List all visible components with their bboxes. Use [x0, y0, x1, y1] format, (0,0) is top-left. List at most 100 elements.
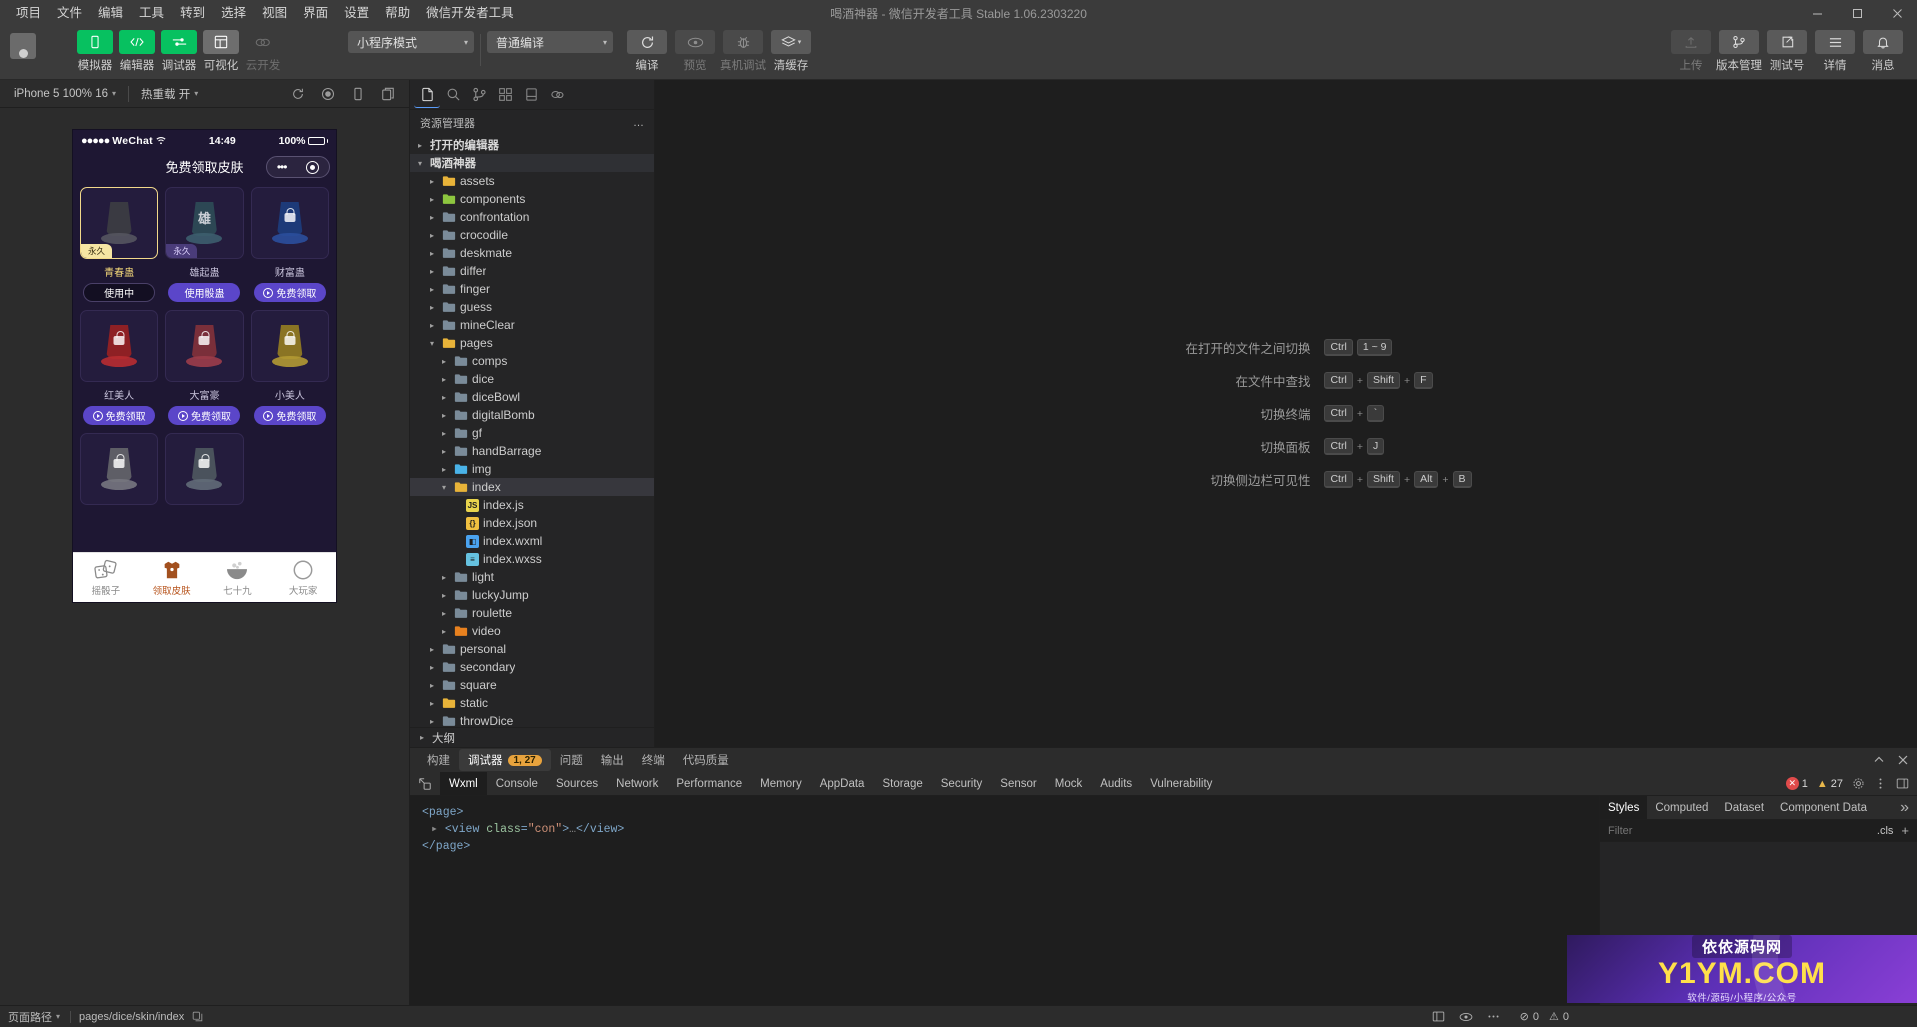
skin-item[interactable]: 雄永久 雄起蛊 使用骰蛊 [165, 187, 244, 302]
action-button-bug[interactable]: 真机调试 [719, 30, 767, 73]
chevron-icon[interactable]: ▸ [426, 699, 438, 708]
toolbar-button-sliders[interactable]: 调试器 [158, 30, 200, 73]
search-icon[interactable] [440, 82, 466, 108]
chevron-icon[interactable]: ▸ [426, 303, 438, 312]
outline-section[interactable]: ▸ 大纲 [410, 727, 654, 747]
tree-folder[interactable]: ▸ handBarrage [410, 442, 654, 460]
tree-folder[interactable]: ▸ assets [410, 172, 654, 190]
tree-folder[interactable]: ▸ personal [410, 640, 654, 658]
tree-folder[interactable]: ▸ light [410, 568, 654, 586]
copy-icon[interactable] [192, 1011, 203, 1022]
screenshot-icon[interactable] [381, 87, 395, 101]
chevron-icon[interactable]: ▸ [438, 357, 450, 366]
tabbar-item-0[interactable]: 摇骰子 [73, 553, 139, 602]
minimize-button[interactable] [1797, 0, 1837, 26]
devtools-panel-tab-3[interactable]: Network [607, 772, 667, 795]
styles-more-icon[interactable]: » [1892, 796, 1917, 819]
chevron-icon[interactable]: ▸ [426, 663, 438, 672]
chevron-icon[interactable]: ▸ [426, 321, 438, 330]
explorer-more-icon[interactable]: … [633, 117, 644, 129]
kebab-icon[interactable] [1874, 777, 1887, 790]
skin-card[interactable] [165, 310, 244, 382]
skin-action-button[interactable]: 使用骰蛊 [168, 283, 241, 302]
skin-card[interactable]: 永久 [80, 187, 159, 259]
skin-action-button[interactable]: 免费领取 [253, 283, 326, 302]
mode-select[interactable]: 小程序模式 ▾ [348, 31, 474, 53]
explorer-section-0[interactable]: ▸ 打开的编辑器 [410, 136, 654, 154]
tree-file[interactable]: ▸ {} index.json [410, 514, 654, 532]
toolbar-right-hamburger[interactable]: 详情 [1811, 30, 1859, 73]
tree-folder[interactable]: ▸ square [410, 676, 654, 694]
device-select[interactable]: iPhone 5 100% 16 ▾ [8, 86, 122, 102]
hotreload-select[interactable]: 热重载 开 ▾ [135, 84, 204, 104]
chevron-icon[interactable]: ▸ [438, 627, 450, 636]
menu-item-10[interactable]: 微信开发者工具 [418, 3, 522, 24]
warning-count-badge[interactable]: ▲ 27 [1817, 778, 1843, 790]
skin-card[interactable] [80, 433, 159, 505]
chevron-icon[interactable]: ▾ [438, 483, 450, 492]
devtools-tab-5[interactable]: 代码质量 [674, 749, 738, 771]
skin-card[interactable] [250, 187, 329, 259]
devtools-panel-tab-0[interactable]: Wxml [440, 772, 487, 795]
menu-item-7[interactable]: 界面 [295, 3, 336, 24]
menu-item-2[interactable]: 编辑 [90, 3, 131, 24]
chevron-icon[interactable]: ▸ [438, 465, 450, 474]
styles-filter-input[interactable] [1608, 824, 1869, 837]
tree-folder[interactable]: ▸ confrontation [410, 208, 654, 226]
devtools-panel-tab-8[interactable]: Security [932, 772, 992, 795]
extensions-icon[interactable] [492, 82, 518, 108]
refresh-circle-icon[interactable] [291, 87, 305, 101]
chevron-icon[interactable]: ▸ [426, 249, 438, 258]
tree-folder[interactable]: ▸ mineClear [410, 316, 654, 334]
gear-icon[interactable] [1852, 777, 1865, 790]
tree-folder[interactable]: ▸ static [410, 694, 654, 712]
kebab-icon[interactable] [1487, 1010, 1500, 1023]
devtools-tab-0[interactable]: 构建 [418, 749, 459, 771]
chevron-icon[interactable]: ▸ [426, 681, 438, 690]
tree-folder[interactable]: ▸ dice [410, 370, 654, 388]
more-icon[interactable]: ••• [277, 160, 288, 174]
chevron-icon[interactable]: ▸ [426, 195, 438, 204]
devtools-tab-4[interactable]: 终端 [633, 749, 674, 771]
tabbar-item-1[interactable]: 领取皮肤 [139, 553, 205, 602]
compile-mode-select[interactable]: 普通编译 ▾ [487, 31, 613, 53]
devtools-panel-tab-2[interactable]: Sources [547, 772, 607, 795]
record-icon[interactable] [321, 87, 335, 101]
skin-item[interactable]: 永久 青春蛊 使用中 [80, 187, 159, 302]
chevron-icon[interactable]: ▸ [426, 267, 438, 276]
devtools-panel-tab-5[interactable]: Memory [751, 772, 811, 795]
skin-card[interactable] [165, 433, 244, 505]
skin-item[interactable]: 大富豪 免费领取 [165, 310, 244, 425]
tree-folder[interactable]: ▸ digitalBomb [410, 406, 654, 424]
tree-folder[interactable]: ▸ img [410, 460, 654, 478]
chevron-icon[interactable]: ▸ [426, 213, 438, 222]
menu-item-9[interactable]: 帮助 [377, 3, 418, 24]
toolbar-button-phone[interactable]: 模拟器 [74, 30, 116, 73]
devtools-panel-tab-6[interactable]: AppData [811, 772, 874, 795]
skin-card[interactable] [80, 310, 159, 382]
tree-folder[interactable]: ▸ components [410, 190, 654, 208]
tree-folder[interactable]: ▸ throwDice [410, 712, 654, 727]
menu-item-4[interactable]: 转到 [172, 3, 213, 24]
skin-card[interactable] [250, 310, 329, 382]
chevron-icon[interactable]: ▸ [438, 609, 450, 618]
skin-item[interactable] [165, 433, 244, 505]
close-button[interactable] [1877, 0, 1917, 26]
skin-item[interactable] [80, 433, 159, 505]
skin-item[interactable]: 小美人 免费领取 [250, 310, 329, 425]
devtools-tab-1[interactable]: 调试器 1, 27 [459, 749, 551, 771]
devtools-panel-tab-7[interactable]: Storage [873, 772, 931, 795]
wxml-tree-view[interactable]: <page> ▸ <view class="con">…</view> </pa… [410, 796, 1599, 1005]
chevron-up-icon[interactable] [1873, 754, 1885, 766]
chevron-icon[interactable]: ▸ [438, 411, 450, 420]
devtools-panel-tab-1[interactable]: Console [487, 772, 547, 795]
devtools-panel-tab-4[interactable]: Performance [667, 772, 751, 795]
tree-folder[interactable]: ▸ diceBowl [410, 388, 654, 406]
menu-item-5[interactable]: 选择 [213, 3, 254, 24]
tree-folder[interactable]: ▸ comps [410, 352, 654, 370]
menu-item-3[interactable]: 工具 [131, 3, 172, 24]
chevron-icon[interactable]: ▸ [438, 375, 450, 384]
source-control-icon[interactable] [466, 82, 492, 108]
styles-tab-1[interactable]: Computed [1647, 796, 1716, 819]
rotate-device-icon[interactable] [351, 87, 365, 101]
